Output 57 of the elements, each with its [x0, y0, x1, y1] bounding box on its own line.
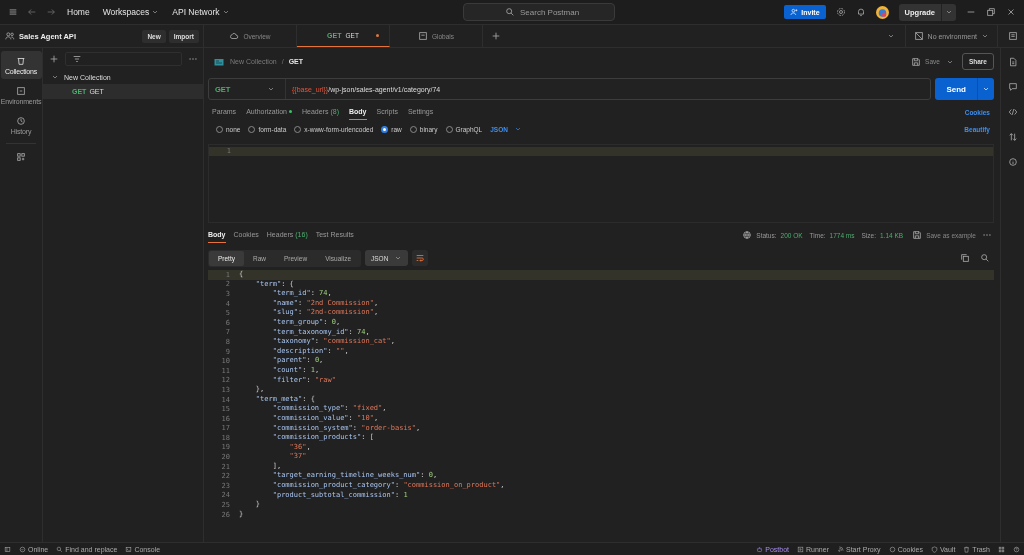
bell-icon: [855, 7, 866, 17]
chevron-down-icon: [394, 254, 403, 262]
filter-field[interactable]: [65, 52, 182, 66]
shield-icon: [930, 545, 938, 553]
search-icon: [56, 545, 64, 553]
gear-icon: [835, 7, 846, 17]
history-icon: [16, 115, 26, 126]
floppy-icon: [911, 56, 922, 67]
grid-icon: [998, 545, 1005, 553]
forward-arrow-icon: [46, 7, 56, 17]
globe-icon: [742, 230, 753, 240]
document-icon: [1007, 57, 1018, 67]
wrap-button[interactable]: [412, 250, 429, 266]
chevron-down-icon: [51, 73, 59, 81]
search-icon: [980, 253, 990, 263]
nav-link[interactable]: API Network: [170, 7, 232, 17]
chevron-down-icon: [221, 8, 230, 16]
trash-can-icon: [16, 55, 26, 66]
avatar[interactable]: [875, 5, 889, 19]
person-add-icon: [790, 8, 799, 16]
restore-icon: [986, 7, 996, 17]
terminal-icon: [125, 545, 133, 553]
menu-icon: [8, 7, 18, 17]
cookie-icon: [888, 545, 896, 553]
wrap-lines-icon: [415, 253, 426, 263]
chevron-down-icon: [513, 125, 522, 133]
plus-icon: [49, 54, 59, 64]
filter-icon: [72, 54, 82, 64]
chevron-down-icon: [981, 32, 989, 40]
back-arrow-icon: [27, 7, 37, 17]
nav-link[interactable]: Workspaces: [100, 7, 162, 17]
plus-icon: [491, 31, 501, 41]
trash-icon: [963, 545, 971, 553]
cloud-icon: [229, 31, 240, 41]
chevron-down-icon: [945, 8, 953, 16]
search-field[interactable]: Search Postman: [463, 3, 615, 21]
robot-icon: [756, 545, 764, 553]
chevron-down-icon: [886, 32, 895, 40]
people-icon: [5, 31, 15, 41]
copy-icon: [960, 253, 970, 263]
code-icon: [1007, 107, 1018, 117]
nav-link[interactable]: Home: [65, 7, 92, 17]
floppy-icon: [912, 230, 923, 240]
search-icon: [505, 7, 515, 17]
swap-arrows-icon: [1007, 132, 1018, 142]
close-icon: [1006, 7, 1016, 17]
environment-icon: [16, 85, 26, 96]
info-icon: [1007, 157, 1018, 167]
list-icon: [1008, 31, 1018, 41]
comment-icon: [1007, 82, 1018, 92]
chevron-down-icon: [151, 8, 160, 16]
apps-icon: [16, 152, 26, 162]
chevron-down-icon: [982, 85, 990, 93]
window-icon: [417, 31, 428, 41]
check-circle-icon: [19, 545, 26, 553]
sidebar-icon: [4, 545, 11, 553]
crossed-box-icon: [913, 31, 924, 41]
